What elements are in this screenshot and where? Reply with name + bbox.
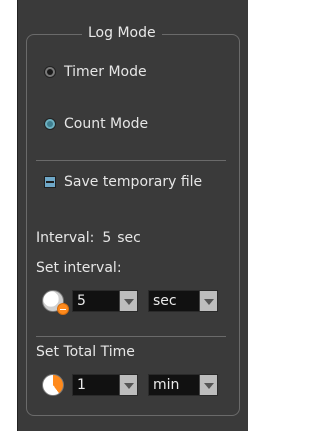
clock-with-minus-icon [42,290,69,315]
chevron-down-icon [199,291,217,311]
total-time-unit-select-value: min [153,377,180,393]
chevron-down-icon [119,375,137,395]
timer-mode-radio-icon [44,66,56,78]
total-time-value-select[interactable]: 1 [72,374,138,396]
count-mode-radio-icon [44,118,56,130]
set-total-time-label: Set Total Time [36,344,135,360]
log-mode-title: Log Mode [82,22,162,44]
interval-readout: Interval: 5 sec [36,230,141,246]
save-temporary-file-label: Save temporary file [64,174,203,190]
save-temporary-file-checkbox[interactable]: Save temporary file [44,174,202,190]
set-total-time-text: Set Total Time [36,344,135,360]
total-time-select-value: 1 [77,377,86,393]
set-interval-text: Set interval: [36,260,122,276]
separator-1 [36,160,226,161]
set-interval-label: Set interval: [36,260,122,276]
separator-2 [36,336,226,337]
chevron-down-icon [119,291,137,311]
set-total-time-controls: 1 min [42,374,218,396]
count-mode-radio[interactable]: Count Mode [44,116,148,132]
count-mode-label: Count Mode [64,116,149,132]
interval-unit: sec [117,230,141,246]
total-time-unit-select[interactable]: min [148,374,218,396]
interval-label: Interval: [36,230,95,246]
set-interval-controls: 5 sec [42,290,218,315]
save-temporary-file-checkbox-icon [44,176,56,188]
timer-mode-radio[interactable]: Timer Mode [44,64,147,80]
interval-select-value: 5 [77,293,86,309]
chevron-down-icon [199,375,217,395]
minus-badge-icon [57,303,69,315]
interval-value: 5 [102,230,112,246]
interval-unit-select[interactable]: sec [148,290,218,312]
timer-mode-label: Timer Mode [64,64,147,80]
interval-value-select[interactable]: 5 [72,290,138,312]
pie-clock-icon [42,374,64,396]
interval-unit-select-value: sec [153,293,177,309]
